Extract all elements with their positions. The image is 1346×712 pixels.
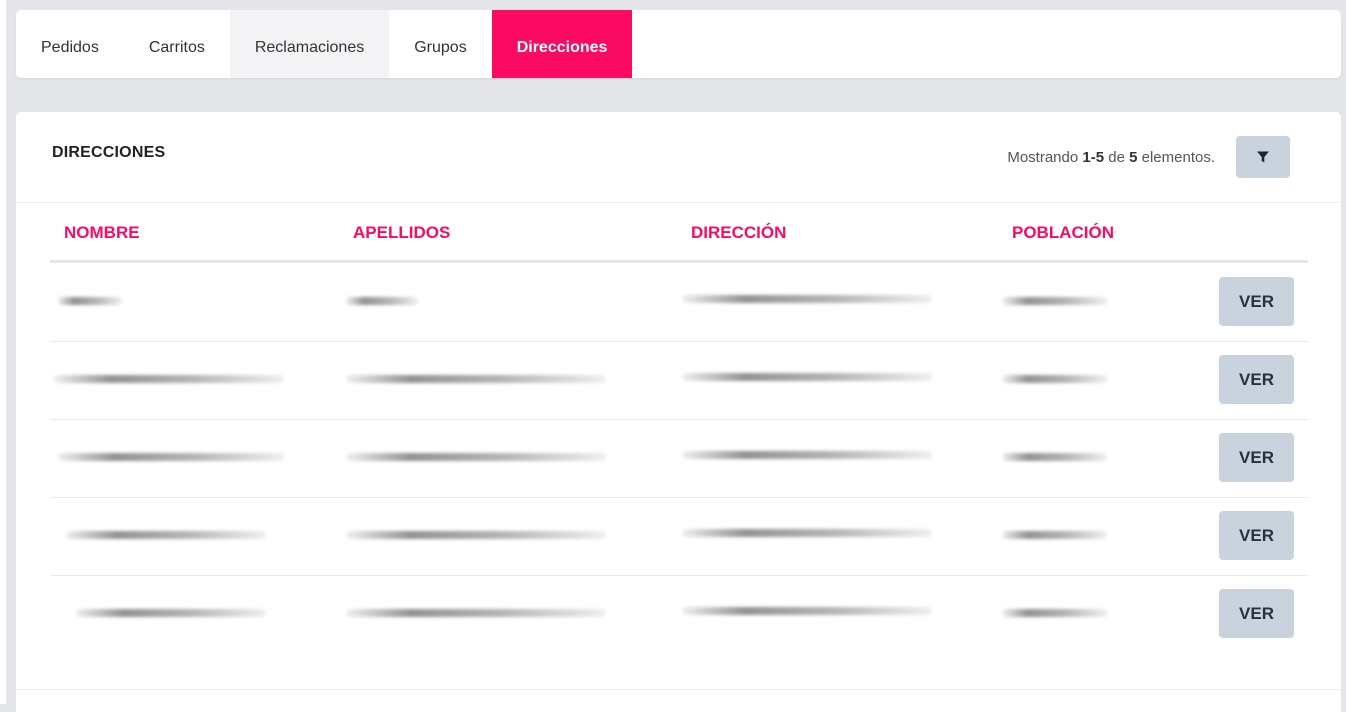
- apellidos-cell-redacted: [346, 375, 606, 383]
- left-edge-strip: [0, 0, 6, 704]
- direccion-cell-redacted: [682, 373, 932, 381]
- table-row: VER: [50, 342, 1308, 420]
- poblacion-cell-redacted: [1002, 297, 1107, 305]
- nombre-cell-redacted: [66, 531, 266, 539]
- apellidos-cell-redacted: [346, 297, 418, 305]
- nombre-cell-redacted: [54, 375, 284, 383]
- header-divider: [50, 260, 1308, 263]
- tab-bar: Pedidos Carritos Reclamaciones Grupos Di…: [16, 10, 1341, 78]
- filter-icon: [1257, 151, 1269, 163]
- panel-footer-divider: [16, 689, 1341, 690]
- direccion-cell-redacted: [682, 295, 932, 303]
- table-row: VER: [50, 576, 1308, 654]
- table-row: VER: [50, 264, 1308, 342]
- apellidos-cell-redacted: [346, 531, 606, 539]
- poblacion-cell-redacted: [1002, 375, 1107, 383]
- nombre-cell-redacted: [58, 453, 284, 461]
- direccion-cell-redacted: [682, 529, 932, 537]
- tab-reclamaciones[interactable]: Reclamaciones: [229, 10, 390, 78]
- column-header-poblacion[interactable]: POBLACIÓN: [1012, 223, 1114, 243]
- apellidos-cell-redacted: [346, 609, 606, 617]
- filter-button[interactable]: [1236, 136, 1290, 178]
- poblacion-cell-redacted: [1002, 609, 1107, 617]
- ver-button[interactable]: VER: [1219, 355, 1294, 404]
- panel-divider: [16, 202, 1341, 203]
- poblacion-cell-redacted: [1002, 453, 1107, 461]
- tab-grupos[interactable]: Grupos: [389, 10, 491, 78]
- nombre-cell-redacted: [58, 297, 122, 305]
- column-header-direccion[interactable]: DIRECCIÓN: [691, 223, 786, 243]
- ver-button[interactable]: VER: [1219, 589, 1294, 638]
- summary-middle: de: [1104, 149, 1130, 166]
- summary-suffix: elementos.: [1137, 149, 1215, 166]
- direcciones-panel: DIRECCIONES Mostrando 1-5 de 5 elementos…: [16, 112, 1341, 712]
- tab-direcciones[interactable]: Direcciones: [491, 10, 633, 78]
- nombre-cell-redacted: [76, 609, 266, 617]
- summary-range: 1-5: [1082, 149, 1105, 166]
- ver-button[interactable]: VER: [1219, 433, 1294, 482]
- poblacion-cell-redacted: [1002, 531, 1107, 539]
- table-row: VER: [50, 498, 1308, 576]
- tab-pedidos[interactable]: Pedidos: [16, 10, 124, 78]
- tab-carritos[interactable]: Carritos: [124, 10, 230, 78]
- column-header-nombre[interactable]: NOMBRE: [64, 223, 140, 243]
- table-row: VER: [50, 420, 1308, 498]
- panel-title: DIRECCIONES: [52, 144, 166, 161]
- ver-button[interactable]: VER: [1219, 511, 1294, 560]
- direccion-cell-redacted: [682, 607, 932, 615]
- direccion-cell-redacted: [682, 451, 932, 459]
- column-header-apellidos[interactable]: APELLIDOS: [353, 223, 450, 243]
- pagination-summary: Mostrando 1-5 de 5 elementos.: [1007, 149, 1215, 166]
- summary-prefix: Mostrando: [1007, 149, 1083, 166]
- apellidos-cell-redacted: [346, 453, 606, 461]
- ver-button[interactable]: VER: [1219, 277, 1294, 326]
